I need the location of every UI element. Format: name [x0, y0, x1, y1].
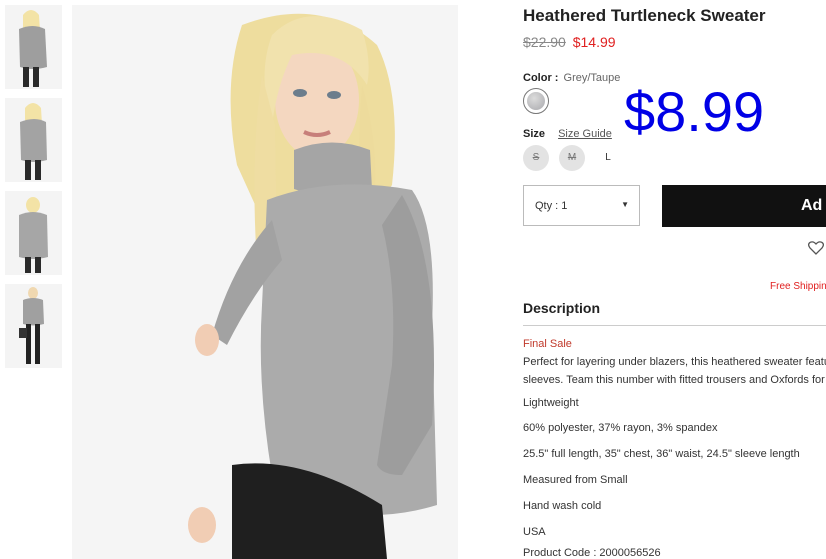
description-line: 25.5" full length, 35" chest, 36" waist,… — [523, 448, 800, 460]
final-sale-label: Final Sale — [523, 338, 572, 350]
product-title: Heathered Turtleneck Sweater — [523, 6, 766, 25]
swatch-fill — [527, 92, 545, 110]
thumbnail-back[interactable] — [5, 191, 62, 275]
heart-icon[interactable] — [807, 241, 825, 260]
quantity-select[interactable]: Qty : 1 ▼ — [523, 185, 640, 226]
size-guide-link[interactable]: Size Guide — [558, 128, 612, 140]
add-to-bag-button[interactable]: Ad — [662, 185, 826, 227]
description-line: Lightweight — [523, 397, 579, 409]
color-value: Grey/Taupe — [563, 72, 621, 84]
product-code: Product Code : 2000056526 — [523, 547, 661, 559]
description-line: Perfect for layering under blazers, this… — [523, 356, 826, 368]
color-label: Color : — [523, 72, 559, 84]
overlay-price: $8.99 — [624, 80, 765, 143]
quantity-label: Qty : 1 — [535, 200, 568, 212]
caret-down-icon: ▼ — [621, 200, 629, 209]
size-row: Size Size Guide — [523, 128, 612, 140]
color-swatch-grey-taupe[interactable] — [523, 88, 549, 114]
main-product-image[interactable] — [72, 5, 458, 559]
size-option-l[interactable]: L — [595, 145, 621, 171]
thumbnail-front[interactable] — [5, 5, 62, 89]
description-line: Measured from Small — [523, 474, 628, 486]
size-label: Size — [523, 128, 546, 140]
description-line: sleeves. Team this number with fitted tr… — [523, 374, 826, 386]
description-line: USA — [523, 526, 546, 538]
size-option-s[interactable]: S — [523, 145, 549, 171]
size-option-m[interactable]: M — [559, 145, 585, 171]
description-heading: Description — [523, 300, 601, 316]
description-line: Hand wash cold — [523, 500, 602, 512]
thumbnail-full-length[interactable] — [5, 284, 62, 368]
original-price: $22.90 — [523, 34, 566, 50]
price-row: $22.90 $14.99 — [523, 34, 616, 50]
free-shipping-link[interactable]: Free Shippin — [770, 281, 826, 292]
divider — [523, 325, 826, 326]
sale-price: $14.99 — [572, 34, 616, 50]
description-line: 60% polyester, 37% rayon, 3% spandex — [523, 422, 718, 434]
thumbnail-side[interactable] — [5, 98, 62, 182]
color-row: Color : Grey/Taupe — [523, 72, 620, 84]
